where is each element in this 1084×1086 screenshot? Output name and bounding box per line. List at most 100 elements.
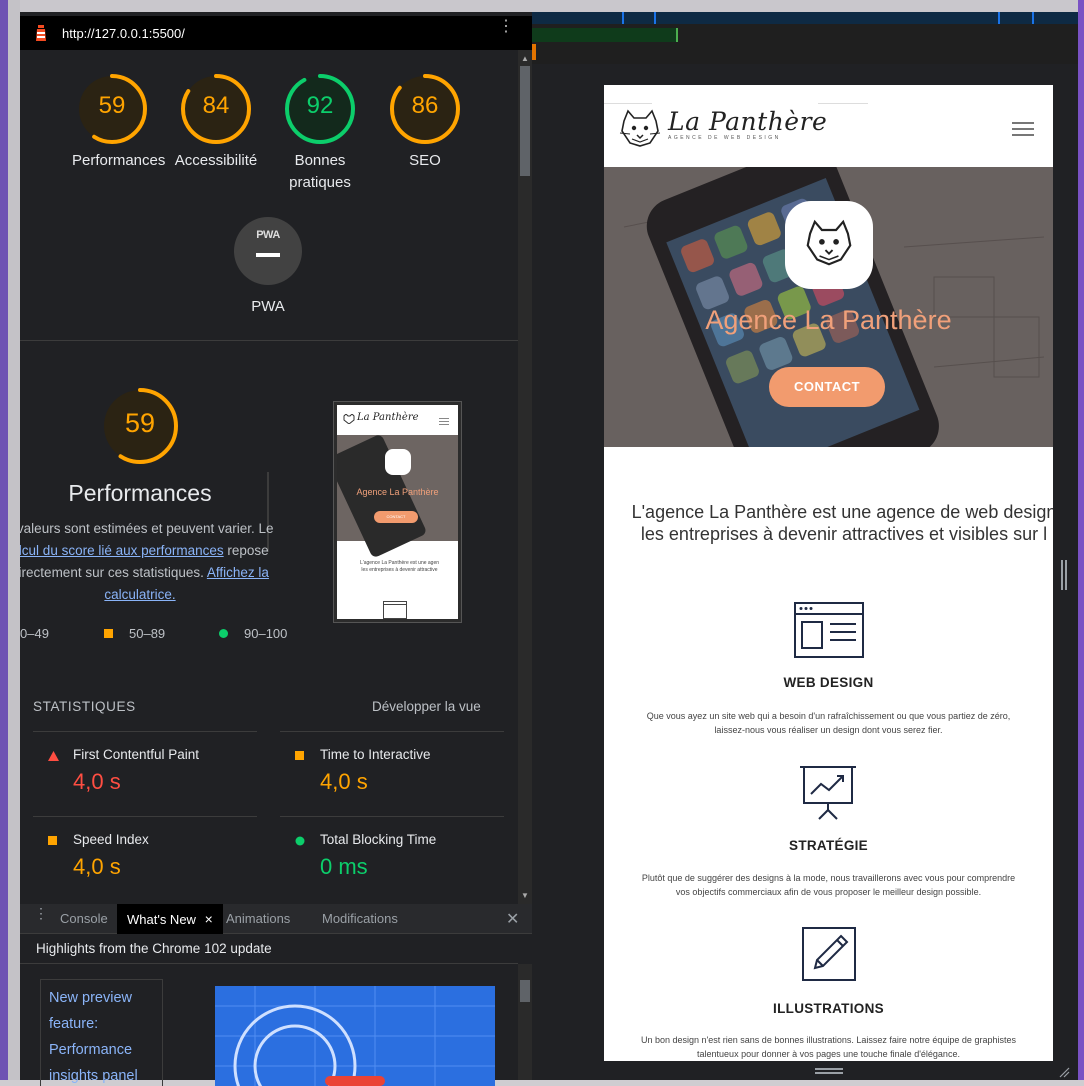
gauge-score: 92 <box>306 92 334 119</box>
drawer-tab-bar: ⋮ Console What's New × Animations Modifi… <box>20 904 532 934</box>
frames-timeline-strip <box>532 28 678 42</box>
strategy-chart-icon <box>800 766 856 820</box>
hamburger-menu-icon[interactable] <box>1012 122 1034 136</box>
devtools-drawer: ⋮ Console What's New × Animations Modifi… <box>20 904 532 1086</box>
section-divider <box>20 340 518 341</box>
tab-whats-new[interactable]: What's New × <box>117 904 223 934</box>
gauge-score: 59 <box>98 92 126 119</box>
legend-fail: 0–49 <box>20 626 49 641</box>
metric-name: First Contentful Paint <box>73 747 200 762</box>
gauge-score: 86 <box>411 92 439 119</box>
service-title: ILLUSTRATIONS <box>773 1001 884 1016</box>
tab-modifications[interactable]: Modifications <box>312 904 408 934</box>
gauge-label: Bonnes pratiques <box>289 152 351 191</box>
contact-button[interactable]: CONTACT <box>769 367 885 407</box>
window-frame-left <box>0 0 20 1086</box>
service-text: Plutôt que de suggérer des designs à la … <box>641 873 1016 897</box>
metric-value: 0 ms <box>320 854 368 879</box>
square-average-icon <box>48 836 57 845</box>
scroll-up-arrow-icon[interactable]: ▲ <box>521 54 529 63</box>
square-average-icon <box>295 751 304 760</box>
thumb-hero: Agence La Panthère CONTACT <box>337 433 458 559</box>
service-title: WEB DESIGN <box>783 675 874 690</box>
report-menu-kebab-icon[interactable]: ⋮ <box>498 19 514 35</box>
legend-average: 50–89 <box>104 626 165 641</box>
gauge-label: SEO <box>409 152 441 169</box>
hero-section: Agence La Panthère CONTACT <box>604 167 1053 447</box>
network-timeline-strip <box>532 12 1078 24</box>
drawer-scrollbar[interactable] <box>518 964 532 1080</box>
tab-animations[interactable]: Animations <box>216 904 300 934</box>
gauge-best-practices[interactable]: 92 Bonnes pratiques <box>280 72 360 194</box>
gauge-label: Performances <box>72 152 166 169</box>
report-url: http://127.0.0.1:5500/ <box>62 26 185 41</box>
gauge-label: Accessibilité <box>174 152 258 169</box>
hero-logo-badge <box>785 201 873 289</box>
whats-new-feature-link[interactable]: New preview feature: Performance insight… <box>40 979 163 1086</box>
page-screenshot-thumbnail[interactable]: La Panthère Agence La Panthère CONTACT L… <box>333 401 462 623</box>
legend-square-icon <box>104 629 113 638</box>
service-text: Un bon design n'est rien sans de bonnes … <box>641 1035 1016 1059</box>
window-frame-top <box>0 0 1084 12</box>
panther-logo-icon[interactable] <box>618 109 662 147</box>
thumb-hero-title: Agence La Panthère <box>356 487 439 497</box>
thumb-brand: La Panthère <box>357 412 419 423</box>
calculator-link[interactable]: Affichez la <box>207 565 269 580</box>
scroll-down-arrow-icon[interactable]: ▼ <box>521 891 529 900</box>
gauge-accessibility[interactable]: 84 Accessibilité <box>174 72 258 172</box>
performance-title: Performances <box>68 480 212 506</box>
intro-text: L'agence La Panthère est une agence de w… <box>631 502 1053 544</box>
circle-pass-icon <box>295 836 305 846</box>
gauge-performance[interactable]: 59 Performances <box>72 72 166 172</box>
service-title: STRATÉGIE <box>789 838 868 853</box>
calculator-link-2[interactable]: calculatrice. <box>104 587 175 602</box>
report-scrollbar[interactable]: ▲ ▼ <box>518 50 532 904</box>
thumb-intro: L'agence La Panthère est une agen les ent… <box>359 560 440 573</box>
emulated-device-screen: La Panthère AGENCE DE WEB DESIGN Agence … <box>604 85 1053 1061</box>
gauge-seo[interactable]: 86 SEO <box>385 72 465 172</box>
tab-console[interactable]: Console <box>50 904 118 934</box>
pencil-icon <box>802 927 856 981</box>
lighthouse-logo-icon <box>36 25 46 41</box>
tab-close-icon[interactable]: × <box>205 911 213 927</box>
legend-circle-icon <box>219 629 228 638</box>
whats-new-headline: Highlights from the Chrome 102 update <box>20 934 518 964</box>
close-drawer-icon[interactable]: ✕ <box>506 909 519 929</box>
site-brand[interactable]: La Panthère <box>668 107 827 136</box>
expand-view-toggle[interactable]: Développer la vue <box>372 699 481 714</box>
metric-value: 4,0 s <box>320 769 368 794</box>
tab-label: What's New <box>127 912 196 927</box>
thumb-web-design-icon <box>383 601 407 619</box>
resize-corner-icon[interactable] <box>1058 1066 1070 1078</box>
site-tagline: AGENCE DE WEB DESIGN <box>668 135 781 141</box>
thumb-burger-icon <box>439 418 449 425</box>
service-text: Que vous ayez un site web qui a besoin d… <box>646 711 1011 735</box>
window-frame-right <box>1078 0 1084 1086</box>
metric-value: 4,0 s <box>73 854 121 879</box>
metric-name: Time to Interactive <box>320 747 431 762</box>
statistics-header: STATISTIQUES <box>33 699 136 714</box>
pwa-badge-text: PWA <box>256 229 280 241</box>
thumb-contact-button: CONTACT <box>374 511 418 523</box>
gauge-score: 84 <box>202 92 230 119</box>
site-header: La Panthère AGENCE DE WEB DESIGN <box>604 85 1053 167</box>
metric-value: 4,0 s <box>73 769 121 794</box>
metric-name: Total Blocking Time <box>320 832 437 847</box>
gauge-performance-large: 59 <box>100 386 180 466</box>
hero-title: Agence La Panthère <box>705 305 952 335</box>
web-design-icon <box>794 602 864 658</box>
blueprint-graphic <box>215 986 495 1086</box>
gauge-pwa[interactable]: PWA PWA <box>228 216 308 318</box>
triangle-fail-icon <box>48 751 59 761</box>
lighthouse-report-panel: http://127.0.0.1:5500/ ⋮ 59 Performances… <box>20 16 532 904</box>
gauge-label: PWA <box>251 298 285 315</box>
resize-handle-side-icon[interactable] <box>1061 560 1067 590</box>
scrollbar-thumb[interactable] <box>520 66 530 176</box>
panther-logo-icon <box>343 414 355 424</box>
drawer-menu-kebab-icon[interactable]: ⋮ <box>34 906 48 920</box>
score-calculation-link[interactable]: alcul du score lié aux performances <box>20 543 224 558</box>
resize-handle-bottom-icon[interactable] <box>815 1068 843 1074</box>
performance-description: s valeurs sont estimées et peuvent varie… <box>20 518 280 606</box>
timeline-marker <box>532 44 536 60</box>
pwa-badge-icon <box>234 217 302 285</box>
